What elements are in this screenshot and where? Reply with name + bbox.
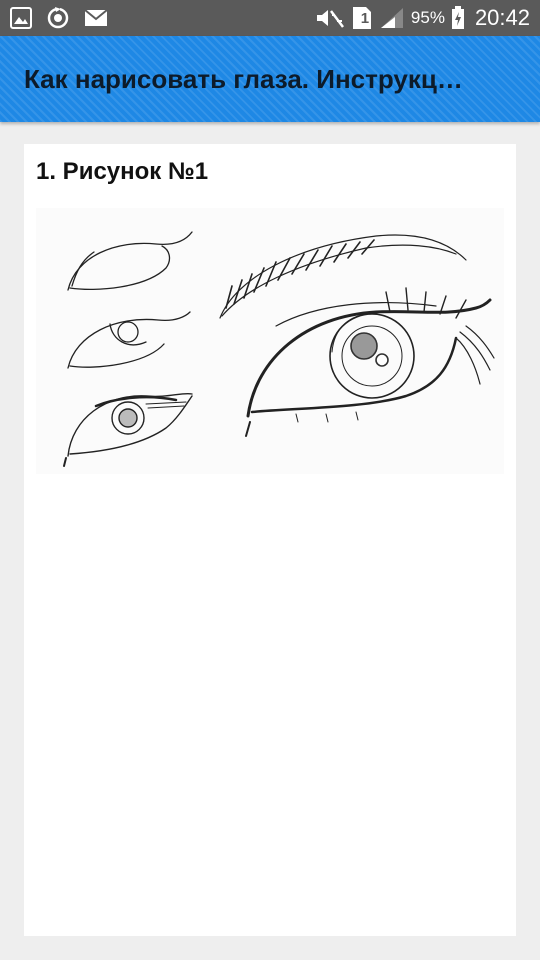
battery-percent: 95% — [410, 8, 445, 27]
app-bar: Как нарисовать глаза. Инструкц… — [0, 36, 540, 122]
sim-slot-label: 1 — [360, 9, 370, 27]
battery-charging-icon — [451, 6, 465, 30]
clock: 20:42 — [474, 5, 530, 30]
eye-sketch-illustration — [36, 208, 504, 474]
large-eye-sketch — [245, 287, 495, 437]
mail-icon — [84, 9, 108, 27]
section-heading: 1. Рисунок №1 — [36, 158, 209, 185]
content-card: 1. Рисунок №1 — [24, 144, 516, 936]
eye-step-3 — [63, 392, 193, 467]
eye-step-2 — [67, 311, 191, 369]
page-title: Как нарисовать глаза. Инструкц… — [24, 63, 463, 94]
signal-icon — [379, 6, 405, 30]
gallery-icon — [10, 7, 32, 29]
mute-icon — [315, 7, 345, 29]
eye-step-1 — [67, 231, 193, 291]
status-bar: 1 95% 20:42 — [0, 0, 540, 36]
sync-icon — [46, 6, 70, 30]
